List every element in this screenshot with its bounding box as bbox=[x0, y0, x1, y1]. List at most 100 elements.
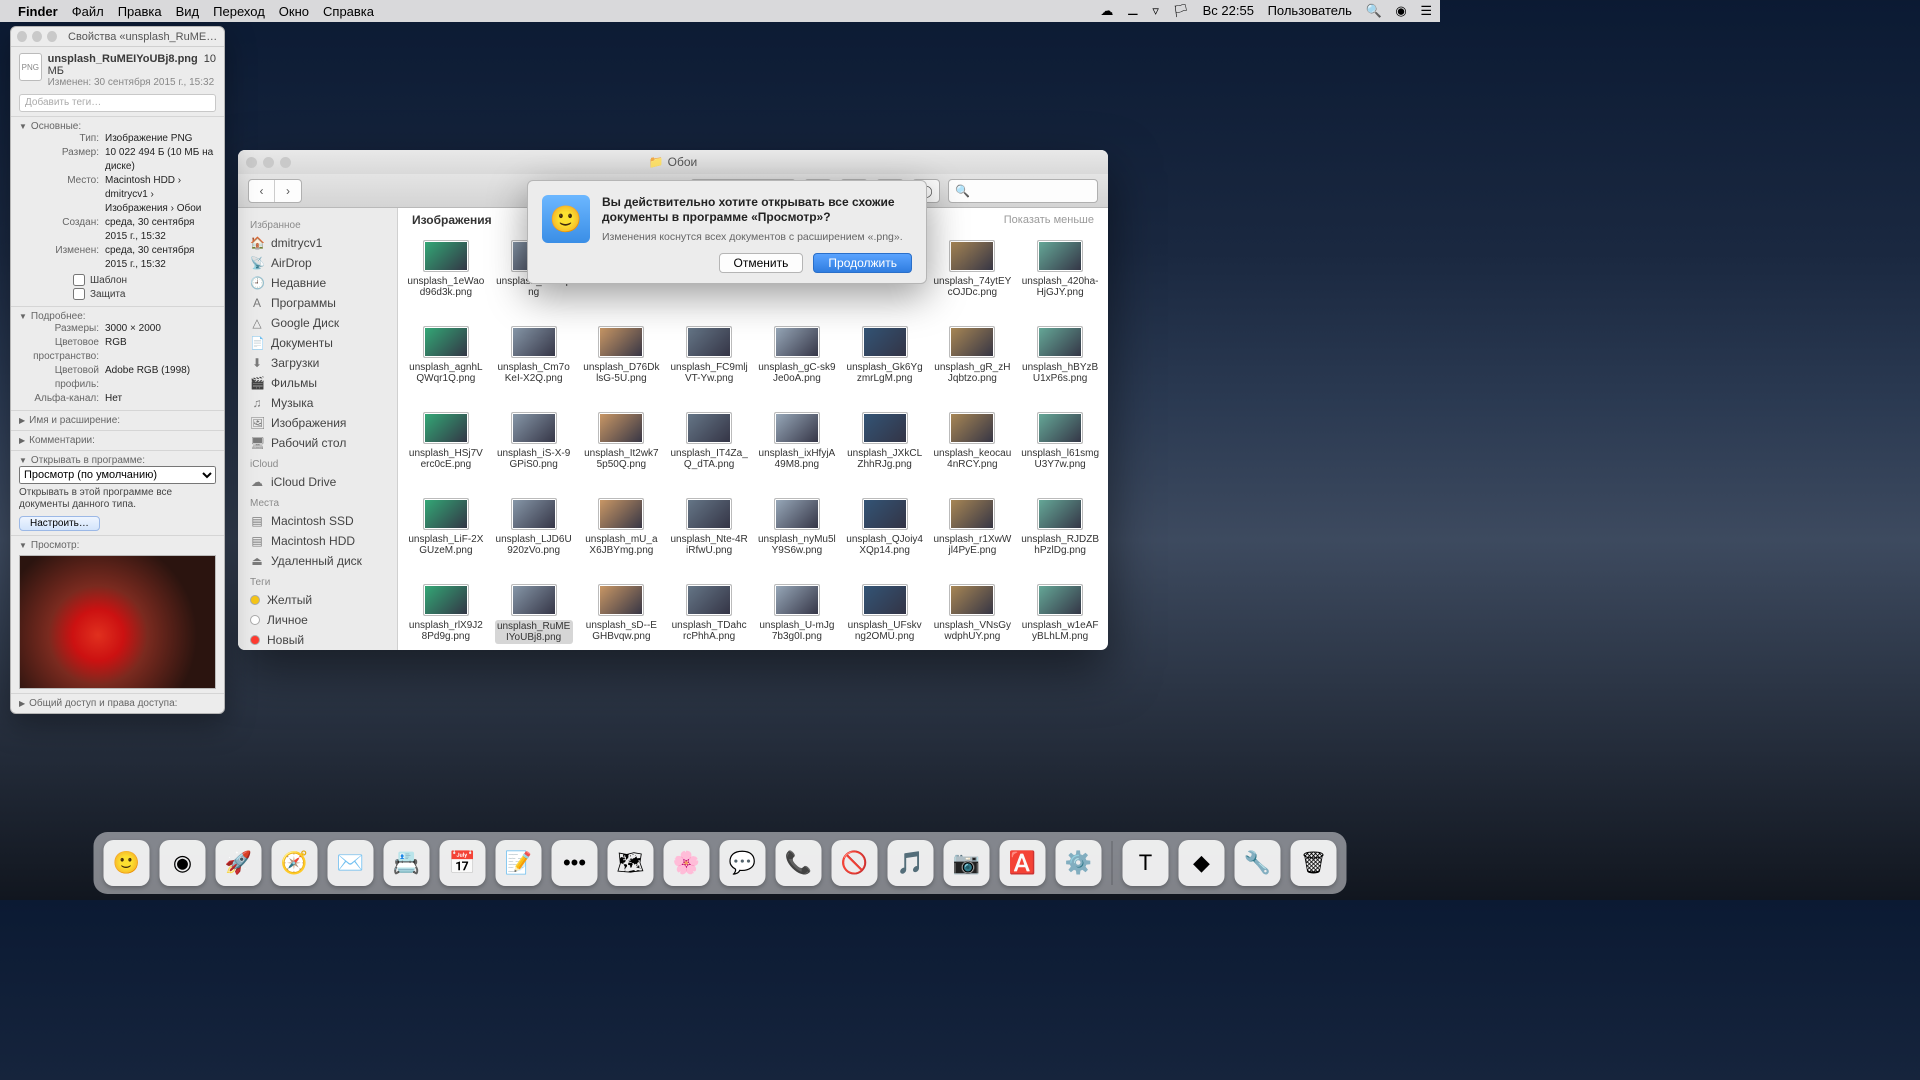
file-item[interactable]: unsplash_It2wk75p50Q.png bbox=[578, 410, 666, 496]
file-item[interactable]: unsplash_RuMEIYoUBj8.png bbox=[490, 582, 578, 650]
file-item[interactable]: unsplash_UFskvng2OMU.png bbox=[841, 582, 929, 650]
template-checkbox[interactable]: Шаблон bbox=[73, 274, 216, 286]
file-item[interactable]: unsplash_HSj7Verc0cE.png bbox=[402, 410, 490, 496]
dock-app[interactable]: 📞 bbox=[776, 840, 822, 886]
sidebar-item[interactable]: 📡AirDrop bbox=[238, 253, 397, 273]
sidebar-item[interactable]: 🖼Изображения bbox=[238, 413, 397, 433]
open-with-select[interactable]: Просмотр (по умолчанию) bbox=[19, 466, 216, 484]
disclosure-triangle-icon[interactable]: ▶ bbox=[19, 436, 25, 445]
locked-checkbox[interactable]: Защита bbox=[73, 288, 216, 300]
file-item[interactable]: unsplash_LJD6U920zVo.png bbox=[490, 496, 578, 582]
finder-titlebar[interactable]: 📁 Обои bbox=[238, 150, 1108, 174]
back-button[interactable]: ‹ bbox=[249, 180, 275, 202]
dock-app[interactable]: 📝 bbox=[496, 840, 542, 886]
clock[interactable]: Вс 22:55 bbox=[1203, 3, 1254, 18]
menu-edit[interactable]: Правка bbox=[118, 4, 162, 19]
dock-app[interactable]: ✉️ bbox=[328, 840, 374, 886]
file-item[interactable]: unsplash_nyMu5lY9S6w.png bbox=[753, 496, 841, 582]
menu-window[interactable]: Окно bbox=[279, 4, 309, 19]
menu-view[interactable]: Вид bbox=[176, 4, 200, 19]
file-item[interactable]: unsplash_74ytEYcOJDc.png bbox=[929, 238, 1017, 324]
file-item[interactable]: unsplash_D76DklsG-5U.png bbox=[578, 324, 666, 410]
menu-file[interactable]: Файл bbox=[72, 4, 104, 19]
disclosure-triangle-icon[interactable]: ▼ bbox=[19, 456, 27, 465]
file-item[interactable]: unsplash_1eWaod96d3k.png bbox=[402, 238, 490, 324]
sidebar-item[interactable]: ☁iCloud Drive bbox=[238, 472, 397, 492]
disclosure-triangle-icon[interactable]: ▶ bbox=[19, 416, 25, 425]
file-item[interactable]: unsplash_l61smgU3Y7w.png bbox=[1016, 410, 1104, 496]
sidebar-item[interactable]: 🏠dmitrycv1 bbox=[238, 233, 397, 253]
menu-help[interactable]: Справка bbox=[323, 4, 374, 19]
siri-icon[interactable]: ◉ bbox=[1395, 3, 1406, 19]
disclosure-triangle-icon[interactable]: ▶ bbox=[19, 699, 25, 708]
sidebar-item[interactable]: △Google Диск bbox=[238, 313, 397, 333]
search-input[interactable]: 🔍 bbox=[949, 180, 1097, 202]
file-item[interactable]: unsplash_IT4Za_Q_dTA.png bbox=[665, 410, 753, 496]
tags-input[interactable]: Добавить теги… bbox=[19, 94, 216, 112]
dock-app[interactable]: 🧭 bbox=[272, 840, 318, 886]
user-menu[interactable]: Пользователь bbox=[1268, 3, 1352, 18]
sidebar-item[interactable]: Личное bbox=[238, 610, 397, 630]
disclosure-triangle-icon[interactable]: ▼ bbox=[19, 122, 27, 131]
icon-grid[interactable]: unsplash_1eWaod96d3k.pngunsplash_BGS.png… bbox=[398, 232, 1108, 650]
file-item[interactable]: unsplash_TDahcrcPhhA.png bbox=[665, 582, 753, 650]
zoom-icon[interactable] bbox=[280, 157, 291, 168]
sidebar-item[interactable]: AПрограммы bbox=[238, 293, 397, 313]
cloud-icon[interactable]: ☁ bbox=[1100, 3, 1113, 19]
minimize-icon[interactable] bbox=[32, 31, 42, 42]
forward-button[interactable]: › bbox=[275, 180, 301, 202]
bluetooth-icon[interactable]: ⚊ bbox=[1127, 3, 1139, 19]
file-item[interactable]: unsplash_r1XwWjl4PyE.png bbox=[929, 496, 1017, 582]
sidebar-item[interactable]: Желтый bbox=[238, 590, 397, 610]
dock-app[interactable]: 🗺 bbox=[608, 840, 654, 886]
file-item[interactable]: unsplash_LiF-2XGUzeM.png bbox=[402, 496, 490, 582]
file-item[interactable]: unsplash_QJoiy4XQp14.png bbox=[841, 496, 929, 582]
menubar-app-name[interactable]: Finder bbox=[18, 4, 58, 19]
dock-app[interactable]: 🅰️ bbox=[1000, 840, 1046, 886]
sidebar-item[interactable]: 🎬Фильмы bbox=[238, 373, 397, 393]
file-item[interactable]: unsplash_U-mJg7b3g0I.png bbox=[753, 582, 841, 650]
file-item[interactable]: unsplash_RJDZBhPzlDg.png bbox=[1016, 496, 1104, 582]
file-item[interactable]: unsplash_hBYzBU1xP6s.png bbox=[1016, 324, 1104, 410]
sidebar-item[interactable]: ⬇Загрузки bbox=[238, 353, 397, 373]
wifi-icon[interactable]: ▿ bbox=[1152, 3, 1159, 19]
file-item[interactable]: unsplash_agnhLQWqr1Q.png bbox=[402, 324, 490, 410]
dock-app[interactable]: 🚀 bbox=[216, 840, 262, 886]
dock-app[interactable]: 🎵 bbox=[888, 840, 934, 886]
file-item[interactable]: unsplash_420ha-HjGJY.png bbox=[1016, 238, 1104, 324]
info-titlebar[interactable]: Свойства «unsplash_RuMEIYo… bbox=[11, 27, 224, 47]
sidebar-item[interactable]: ▤Macintosh SSD bbox=[238, 511, 397, 531]
close-icon[interactable] bbox=[17, 31, 27, 42]
dock-app[interactable]: 🚫 bbox=[832, 840, 878, 886]
flag-icon[interactable]: 🏳 bbox=[1172, 3, 1189, 19]
dock-app[interactable]: 📷 bbox=[944, 840, 990, 886]
dock-app[interactable]: ⚙️ bbox=[1056, 840, 1102, 886]
sidebar-item[interactable]: ⏏Удаленный диск bbox=[238, 551, 397, 571]
file-item[interactable]: unsplash_mU_aX6JBYmg.png bbox=[578, 496, 666, 582]
file-item[interactable]: unsplash_FC9mljVT-Yw.png bbox=[665, 324, 753, 410]
dock-app[interactable]: 🗑 bbox=[1291, 840, 1337, 886]
disclosure-triangle-icon[interactable]: ▼ bbox=[19, 312, 27, 321]
disclosure-triangle-icon[interactable]: ▼ bbox=[19, 541, 27, 550]
minimize-icon[interactable] bbox=[263, 157, 274, 168]
cancel-button[interactable]: Отменить bbox=[719, 253, 804, 273]
zoom-icon[interactable] bbox=[47, 31, 57, 42]
file-item[interactable]: unsplash_Cm7oKeI-X2Q.png bbox=[490, 324, 578, 410]
show-less-button[interactable]: Показать меньше bbox=[1004, 214, 1094, 226]
file-item[interactable]: unsplash_sD--EGHBvqw.png bbox=[578, 582, 666, 650]
sidebar-item[interactable]: 🖥Рабочий стол bbox=[238, 433, 397, 453]
dock-app[interactable]: 💬 bbox=[720, 840, 766, 886]
file-item[interactable]: unsplash_JXkCLZhhRJg.png bbox=[841, 410, 929, 496]
file-item[interactable]: unsplash_keocau4nRCY.png bbox=[929, 410, 1017, 496]
dock-app[interactable]: 📅 bbox=[440, 840, 486, 886]
dock-app[interactable]: 📇 bbox=[384, 840, 430, 886]
sidebar-item[interactable]: 🕘Недавние bbox=[238, 273, 397, 293]
sidebar-item[interactable]: ♫Музыка bbox=[238, 393, 397, 413]
file-item[interactable]: unsplash_gR_zHJqbtzo.png bbox=[929, 324, 1017, 410]
sidebar-item[interactable]: 📄Документы bbox=[238, 333, 397, 353]
spotlight-icon[interactable]: 🔍 bbox=[1366, 3, 1382, 19]
file-item[interactable]: unsplash_ixHfyjA49M8.png bbox=[753, 410, 841, 496]
sidebar-item[interactable]: ▤Macintosh HDD bbox=[238, 531, 397, 551]
dock-app[interactable]: ◉ bbox=[160, 840, 206, 886]
file-item[interactable]: unsplash_w1eAFyBLhLM.png bbox=[1016, 582, 1104, 650]
